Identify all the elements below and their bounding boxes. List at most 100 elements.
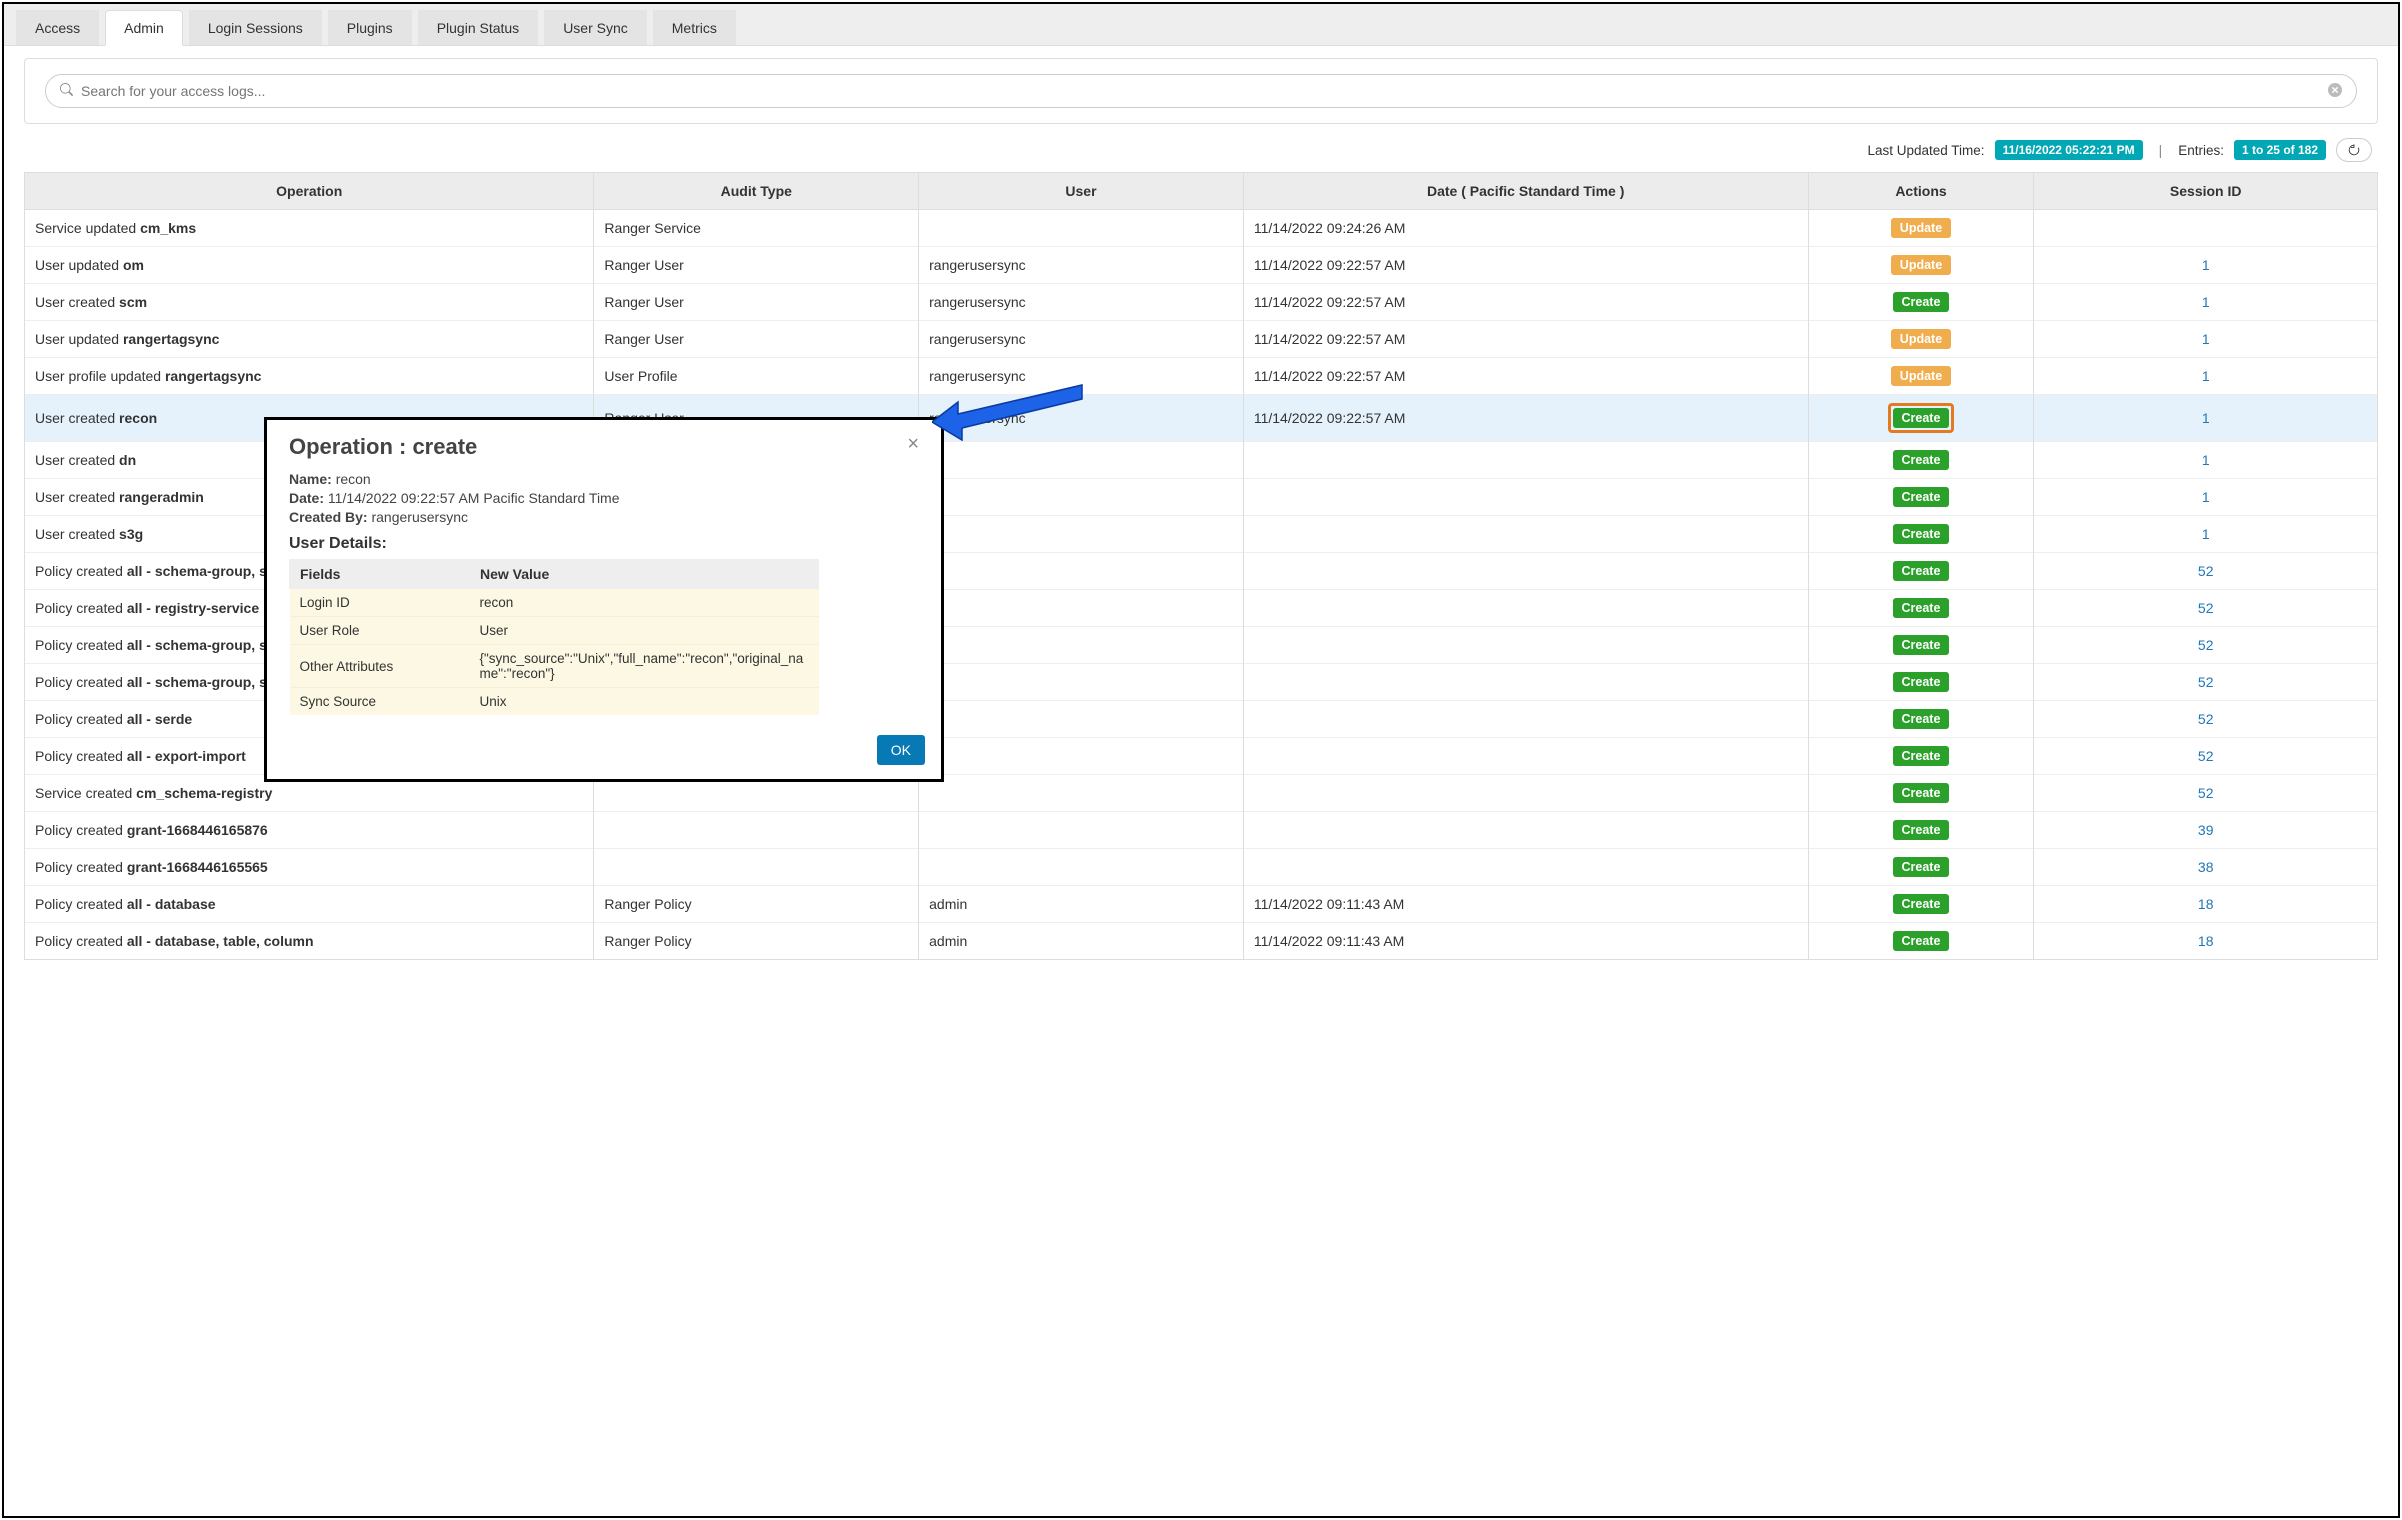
cell-operation: User updated om [25,247,594,284]
action-badge[interactable]: Update [1891,255,1951,275]
action-highlight-box: Create [1888,403,1955,433]
close-icon[interactable]: × [907,434,919,454]
table-row[interactable]: User profile updated rangertagsyncUser P… [25,358,2378,395]
entries-label: Entries: [2178,143,2224,158]
session-link[interactable]: 1 [2202,257,2210,273]
action-badge[interactable]: Create [1893,635,1950,655]
tab-admin[interactable]: Admin [105,10,183,46]
cell-date: 11/14/2022 09:22:57 AM [1243,284,1808,321]
search-box[interactable] [45,74,2357,108]
tab-plugin-status[interactable]: Plugin Status [418,10,539,45]
refresh-icon [2347,143,2361,157]
action-badge[interactable]: Create [1893,598,1950,618]
cell-operation: Policy created all - database, table, co… [25,923,594,960]
cell-user: rangerusersync [919,247,1244,284]
session-link[interactable]: 18 [2198,933,2214,949]
cell-audit-type [594,849,919,886]
modal-body: Name: recon Date: 11/14/2022 09:22:57 AM… [267,462,941,729]
session-link[interactable]: 18 [2198,896,2214,912]
cell-date [1243,701,1808,738]
cell-audit-type: Ranger Service [594,210,919,247]
search-input[interactable] [79,82,2328,100]
action-badge[interactable]: Update [1891,329,1951,349]
action-badge[interactable]: Create [1893,561,1950,581]
cell-actions: Create [1808,479,2034,516]
cell-user [919,627,1244,664]
cell-session: 1 [2034,321,2378,358]
table-row[interactable]: User updated omRanger Userrangerusersync… [25,247,2378,284]
action-badge[interactable]: Create [1893,292,1950,312]
session-link[interactable]: 38 [2198,859,2214,875]
action-badge[interactable]: Create [1893,408,1950,428]
session-link[interactable]: 52 [2198,637,2214,653]
detail-value: recon [470,589,819,617]
detail-row: Other Attributes{"sync_source":"Unix","f… [290,645,819,688]
th-fields: Fields [290,560,470,589]
session-link[interactable]: 1 [2202,452,2210,468]
cell-session: 38 [2034,849,2378,886]
table-row[interactable]: User updated rangertagsyncRanger Userran… [25,321,2378,358]
detail-value: User [470,617,819,645]
session-link[interactable]: 1 [2202,368,2210,384]
session-link[interactable]: 1 [2202,526,2210,542]
action-badge[interactable]: Create [1893,746,1950,766]
action-badge[interactable]: Create [1893,820,1950,840]
action-badge[interactable]: Create [1893,857,1950,877]
session-link[interactable]: 1 [2202,489,2210,505]
session-link[interactable]: 52 [2198,748,2214,764]
action-badge[interactable]: Create [1893,783,1950,803]
tab-access[interactable]: Access [16,10,99,45]
cell-actions: Create [1808,775,2034,812]
refresh-button[interactable] [2336,138,2372,162]
table-row[interactable]: Policy created grant-1668446165565Create… [25,849,2378,886]
table-row[interactable]: User created scmRanger Userrangerusersyn… [25,284,2378,321]
action-badge[interactable]: Update [1891,218,1951,238]
tab-user-sync[interactable]: User Sync [544,10,647,45]
action-badge[interactable]: Create [1893,894,1950,914]
table-row[interactable]: Policy created all - database, table, co… [25,923,2378,960]
cell-user [919,812,1244,849]
cell-user: admin [919,886,1244,923]
action-badge[interactable]: Create [1893,709,1950,729]
action-badge[interactable]: Create [1893,450,1950,470]
th-user[interactable]: User [919,173,1244,210]
table-row[interactable]: Policy created grant-1668446165876Create… [25,812,2378,849]
cell-audit-type: Ranger User [594,284,919,321]
cell-actions: Create [1808,442,2034,479]
session-link[interactable]: 52 [2198,563,2214,579]
table-row[interactable]: Service updated cm_kmsRanger Service11/1… [25,210,2378,247]
cell-actions: Create [1808,590,2034,627]
cell-date [1243,738,1808,775]
tab-plugins[interactable]: Plugins [328,10,412,45]
cell-date [1243,516,1808,553]
th-audit-type[interactable]: Audit Type [594,173,919,210]
action-badge[interactable]: Create [1893,931,1950,951]
detail-field: Other Attributes [290,645,470,688]
session-link[interactable]: 52 [2198,600,2214,616]
tab-login-sessions[interactable]: Login Sessions [189,10,322,45]
cell-user: rangerusersync [919,284,1244,321]
action-badge[interactable]: Create [1893,487,1950,507]
action-badge[interactable]: Create [1893,524,1950,544]
session-link[interactable]: 39 [2198,822,2214,838]
th-operation[interactable]: Operation [25,173,594,210]
th-date[interactable]: Date ( Pacific Standard Time ) [1243,173,1808,210]
action-badge[interactable]: Create [1893,672,1950,692]
clear-icon[interactable] [2328,83,2342,100]
detail-row: Login IDrecon [290,589,819,617]
session-link[interactable]: 52 [2198,785,2214,801]
session-link[interactable]: 1 [2202,294,2210,310]
tab-metrics[interactable]: Metrics [653,10,736,45]
session-link[interactable]: 52 [2198,711,2214,727]
session-link[interactable]: 1 [2202,410,2210,426]
detail-field: Sync Source [290,688,470,716]
ok-button[interactable]: OK [877,735,925,765]
action-badge[interactable]: Update [1891,366,1951,386]
session-link[interactable]: 52 [2198,674,2214,690]
modal-header: Operation : create × [267,420,941,462]
th-actions[interactable]: Actions [1808,173,2034,210]
session-link[interactable]: 1 [2202,331,2210,347]
table-row[interactable]: Policy created all - databaseRanger Poli… [25,886,2378,923]
cell-user [919,590,1244,627]
th-session[interactable]: Session ID [2034,173,2378,210]
